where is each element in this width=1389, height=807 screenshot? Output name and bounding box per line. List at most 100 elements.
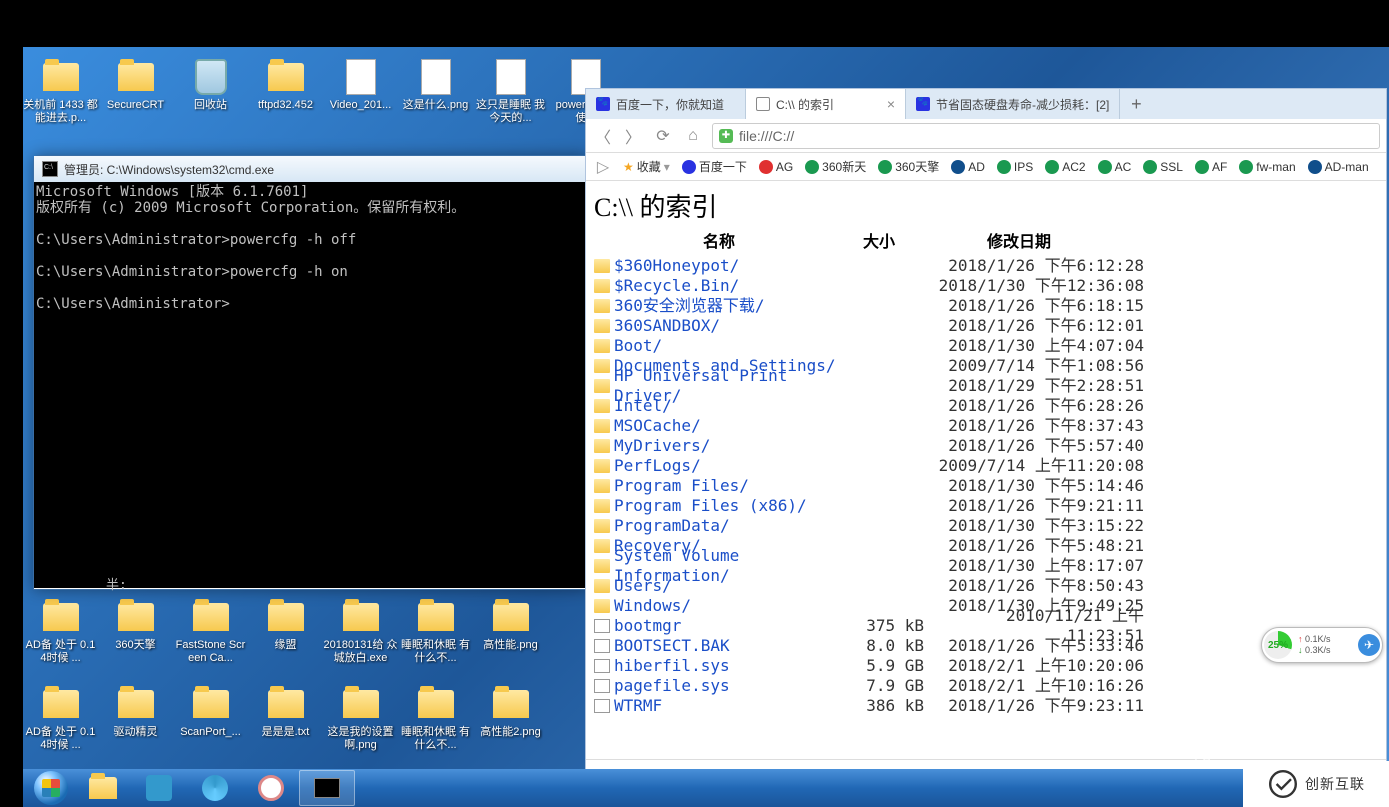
desktop-icon[interactable]: 这只是睡眠 我今天的... [473,55,548,135]
file-link[interactable]: pagefile.sys [614,676,730,695]
bookmark-expand[interactable]: ▷ [592,156,614,178]
bookmark-item[interactable]: AC [1095,160,1135,174]
desktop-icon[interactable]: 睡眠和休眠 有什么不... [398,682,473,762]
browser-tab[interactable]: C:\\ 的索引× [746,89,906,119]
desktop-icon[interactable]: 这是我的设置啊.png [323,682,398,762]
refresh-button[interactable]: ⟳ [652,125,674,147]
list-item[interactable]: MSOCache/2018/1/26 下午8:37:43 [594,416,1378,436]
bookmark-item[interactable]: AC2 [1042,160,1088,174]
list-item[interactable]: MyDrivers/2018/1/26 下午5:57:40 [594,436,1378,456]
bookmark-item[interactable]: AG [756,160,796,174]
bookmark-item[interactable]: SSL [1140,160,1186,174]
desktop-icon[interactable]: 这是什么.png [398,55,473,135]
file-link[interactable]: ProgramData/ [614,516,730,535]
list-item[interactable]: PerfLogs/2009/7/14 上午11:20:08 [594,456,1378,476]
list-item[interactable]: Program Files/2018/1/30 下午5:14:46 [594,476,1378,496]
file-link[interactable]: bootmgr [614,616,681,635]
file-link[interactable]: Program Files (x86)/ [614,496,807,515]
netspeed-widget[interactable]: 25% ↑ 0.1K/s ↓ 0.3K/s ✈ [1261,627,1383,663]
file-icon [346,59,376,95]
list-item[interactable]: WTRMF386 kB2018/1/26 下午9:23:11 [594,696,1378,716]
bookmark-item[interactable]: fw-man [1236,160,1298,174]
task-explorer[interactable] [75,770,131,806]
desktop-icon[interactable]: SecureCRT [98,55,173,135]
bookmark-item[interactable]: 360天擎 [875,158,942,175]
desktop-icon[interactable]: FastStone Screen Ca... [173,595,248,675]
task-paint[interactable] [243,770,299,806]
page-content[interactable]: C:\\ 的索引 名称 大小 修改日期 $360Honeypot/2018/1/… [586,181,1386,759]
boost-button[interactable]: ✈ [1358,634,1380,656]
desktop-icon[interactable]: 高性能2.png [473,682,548,762]
task-thunder[interactable] [131,770,187,806]
ime-indicator[interactable]: CH ⎵ [1195,754,1217,767]
file-link[interactable]: 360安全浏览器下载/ [614,296,765,315]
bookmark-item[interactable]: AD [948,160,988,174]
file-date: 2018/1/26 下午6:28:26 [934,396,1144,416]
list-item[interactable]: Users/2018/1/26 下午8:50:43 [594,576,1378,596]
file-link[interactable]: MSOCache/ [614,416,701,435]
file-link[interactable]: $Recycle.Bin/ [614,276,739,295]
task-cmd[interactable] [299,770,355,806]
cmd-window[interactable]: 管理员: C:\Windows\system32\cmd.exe Microso… [33,155,589,590]
list-item[interactable]: System Volume Information/2018/1/30 上午8:… [594,556,1378,576]
browser-tab[interactable]: 节省固态硬盘寿命-减少损耗：[2] [906,89,1120,119]
file-link[interactable]: Intel/ [614,396,672,415]
file-link[interactable]: Users/ [614,576,672,595]
desktop-icon[interactable]: 回收站 [173,55,248,135]
forward-button[interactable]: 〉 [622,125,644,147]
list-item[interactable]: hiberfil.sys5.9 GB2018/2/1 上午10:20:06 [594,656,1378,676]
file-link[interactable]: Program Files/ [614,476,749,495]
bookmark-item[interactable]: 360新天 [802,158,869,175]
list-item[interactable]: HP Universal Print Driver/2018/1/29 下午2:… [594,376,1378,396]
file-link[interactable]: PerfLogs/ [614,456,701,475]
desktop-icon[interactable]: ScanPort_... [173,682,248,762]
cmd-titlebar[interactable]: 管理员: C:\Windows\system32\cmd.exe [34,156,588,182]
bookmark-item[interactable]: AD-man [1305,160,1372,174]
desktop-icon[interactable]: tftpd32.452 [248,55,323,135]
list-item[interactable]: Boot/2018/1/30 上午4:07:04 [594,336,1378,356]
list-item[interactable]: ProgramData/2018/1/30 下午3:15:22 [594,516,1378,536]
list-item[interactable]: 360SANDBOX/2018/1/26 下午6:12:01 [594,316,1378,336]
file-link[interactable]: WTRMF [614,696,662,715]
file-link[interactable]: hiberfil.sys [614,656,730,675]
favorites-button[interactable]: ★收藏▾ [620,158,673,175]
list-item[interactable]: $Recycle.Bin/2018/1/30 下午12:36:08 [594,276,1378,296]
address-bar[interactable]: ✚ file:///C:// [712,123,1380,149]
back-button[interactable]: 〈 [592,125,614,147]
file-link[interactable]: MyDrivers/ [614,436,710,455]
bookmark-favicon [878,160,892,174]
file-link[interactable]: $360Honeypot/ [614,256,739,275]
desktop-icon[interactable]: 关机前 1433 都能进去.p... [23,55,98,135]
task-ie[interactable] [187,770,243,806]
file-link[interactable]: BOOTSECT.BAK [614,636,730,655]
list-item[interactable]: bootmgr375 kB2010/11/21 上午11:23:51 [594,616,1378,636]
bookmark-label: AD-man [1325,160,1369,174]
list-item[interactable]: $360Honeypot/2018/1/26 下午6:12:28 [594,256,1378,276]
browser-tab[interactable]: 百度一下，你就知道 [586,89,746,119]
list-item[interactable]: Intel/2018/1/26 下午6:28:26 [594,396,1378,416]
desktop-icon[interactable]: 高性能.png [473,595,548,675]
bookmark-item[interactable]: IPS [994,160,1036,174]
file-link[interactable]: Boot/ [614,336,662,355]
list-item[interactable]: Program Files (x86)/2018/1/26 下午9:21:11 [594,496,1378,516]
desktop-icon[interactable]: 是是是.txt [248,682,323,762]
bookmark-item[interactable]: AF [1192,160,1230,174]
new-tab-button[interactable]: + [1120,89,1152,119]
desktop-icon[interactable]: AD备 处于 0.14时候 ... [23,595,98,675]
desktop-icon[interactable]: 缘盟 [248,595,323,675]
desktop-icon[interactable]: 睡眠和休眠 有什么不... [398,595,473,675]
desktop-icon[interactable]: 20180131给 众城放白.exe [323,595,398,675]
list-item[interactable]: 360安全浏览器下载/2018/1/26 下午6:18:15 [594,296,1378,316]
desktop-icon[interactable]: 驱动精灵 [98,682,173,762]
file-link[interactable]: Windows/ [614,596,691,615]
file-link[interactable]: 360SANDBOX/ [614,316,720,335]
desktop-icon[interactable]: AD备 处于 0.14时候 ... [23,682,98,762]
desktop-icon[interactable]: 360天擎 [98,595,173,675]
home-button[interactable]: ⌂ [682,125,704,147]
start-button[interactable] [27,770,75,806]
cmd-body[interactable]: Microsoft Windows [版本 6.1.7601] 版权所有 (c)… [34,182,588,574]
list-item[interactable]: pagefile.sys7.9 GB2018/2/1 上午10:16:26 [594,676,1378,696]
bookmark-item[interactable]: 百度一下 [679,158,750,175]
close-icon[interactable]: × [887,96,895,112]
desktop-icon[interactable]: Video_201... [323,55,398,135]
